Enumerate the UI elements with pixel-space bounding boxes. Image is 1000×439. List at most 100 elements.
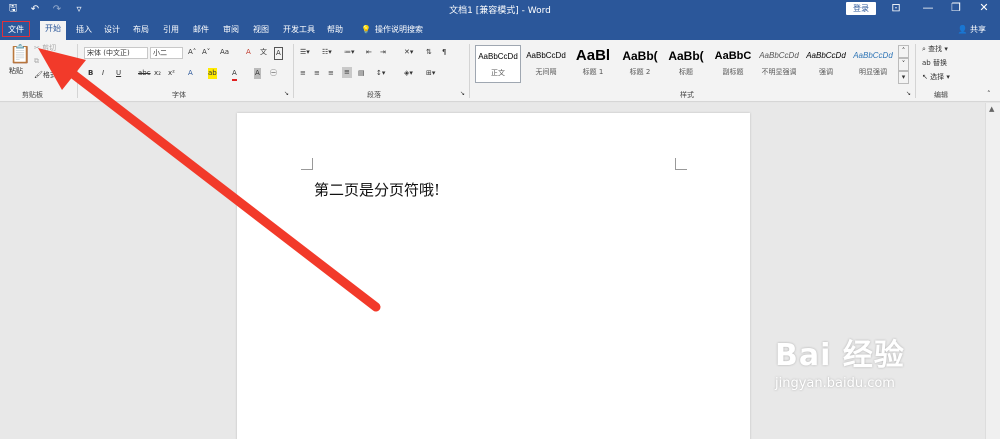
find-button[interactable]: ⌕ 查找 ▾ [922,44,948,55]
styles-expand-icon[interactable]: ▾ [898,71,909,84]
shrink-font-icon[interactable]: A˅ [202,47,210,58]
align-right-icon[interactable]: ≡ [328,68,334,79]
copy-icon[interactable]: ⧉ [34,56,39,67]
scroll-up-icon[interactable]: ▲ [989,105,994,113]
multilevel-list-icon[interactable]: ≔▾ [344,47,355,58]
style-heading-2[interactable]: AaBb( 标题 2 [617,45,663,83]
font-family-select[interactable]: 宋体 (中文正) [84,47,148,59]
group-divider [915,44,916,98]
tab-references[interactable]: 引用 [158,22,184,39]
borders-icon[interactable]: ⊞▾ [426,68,435,79]
style-emphasis[interactable]: AaBbCcDd 强调 [803,45,849,83]
font-dialog-launcher-icon[interactable]: ↘ [284,90,289,97]
style-heading-1[interactable]: AaBl 标题 1 [570,45,616,83]
underline-button[interactable]: U [116,68,121,79]
tab-review[interactable]: 审阅 [218,22,244,39]
magnifier-icon: ⌕ [922,45,926,53]
ribbon-display-options-icon[interactable]: ⊡ [886,1,906,14]
numbering-icon[interactable]: ☷▾ [322,47,332,58]
paste-icon[interactable]: 📋 [9,44,31,65]
distributed-icon[interactable]: ▤ [358,68,365,79]
enclose-char-icon[interactable]: A [274,47,283,60]
login-button[interactable]: 登录 [846,2,876,15]
cursor-icon: ↖ [922,73,928,81]
phonetic-guide-icon[interactable]: 文 [260,47,267,58]
close-icon[interactable]: ✕ [974,1,994,14]
align-center-icon[interactable]: ≡ [314,68,320,79]
shading-icon[interactable]: ◈▾ [404,68,413,79]
vertical-scrollbar[interactable]: ▲ [985,103,1000,439]
line-spacing-icon[interactable]: ↕▾ [376,68,385,79]
cut-button[interactable]: ✂ 剪切 [34,43,56,54]
subscript-button[interactable]: x₂ [154,68,161,79]
decrease-indent-icon[interactable]: ⇤ [366,47,372,58]
styles-dialog-launcher-icon[interactable]: ↘ [906,90,911,97]
tab-layout[interactable]: 布局 [128,22,154,39]
style-subtitle[interactable]: AaBbC 副标题 [710,45,756,83]
tab-design[interactable]: 设计 [99,22,125,39]
tab-view[interactable]: 视图 [248,22,274,39]
baidu-watermark-url: jingyan.baidu.com [775,376,895,391]
style-preview: AaBbCcDd [759,51,799,60]
styles-scroll-down-icon[interactable]: ˅ [898,58,909,71]
style-no-spacing[interactable]: AaBbCcDd 无间隔 [523,45,569,83]
paste-label[interactable]: 粘贴 [9,66,23,77]
scissors-icon: ✂ [34,44,40,52]
tell-me-search[interactable]: 操作说明搜索 [370,22,428,39]
style-preview: AaBbCcDd [806,51,846,60]
style-name: 标题 1 [582,68,604,76]
share-label: 共享 [970,25,986,34]
cut-label: 剪切 [42,44,57,52]
superscript-button[interactable]: x² [168,68,175,79]
style-name: 标题 2 [629,68,651,76]
style-preview: AaBb( [668,49,704,63]
collapse-ribbon-icon[interactable]: ˄ [987,90,991,98]
minimize-icon[interactable]: — [918,1,938,14]
align-left-icon[interactable]: ≡ [300,68,306,79]
paragraph-dialog-launcher-icon[interactable]: ↘ [460,90,465,97]
maximize-icon[interactable]: ❐ [946,1,966,14]
style-normal[interactable]: AaBbCcDd 正文 [475,45,521,83]
style-intense-emphasis[interactable]: AaBbCcDd 明显强调 [850,45,896,83]
bullets-icon[interactable]: ☰▾ [300,47,310,58]
justify-icon[interactable]: ≡ [342,67,352,78]
font-size-select[interactable]: 小二 [150,47,183,59]
tab-mailings[interactable]: 邮件 [188,22,214,39]
tab-help[interactable]: 帮助 [322,22,348,39]
replace-label: 替换 [932,59,947,67]
style-title[interactable]: AaBb( 标题 [663,45,709,83]
replace-button[interactable]: ab 替换 [922,58,947,69]
sort-icon[interactable]: ⇅ [426,47,432,58]
tab-home[interactable]: 开始 [40,21,66,40]
tab-developer[interactable]: 开发工具 [278,22,320,39]
group-divider [469,44,470,98]
show-marks-icon[interactable]: ¶ [442,47,446,58]
highlight-button[interactable]: ab [208,68,217,79]
style-name: 明显强调 [859,68,887,76]
tab-insert[interactable]: 插入 [71,22,97,39]
increase-indent-icon[interactable]: ⇥ [380,47,386,58]
text-effects-icon[interactable]: A [188,68,193,79]
char-border-icon[interactable]: ㊀ [270,68,277,79]
styles-scroll-up-icon[interactable]: ˄ [898,45,909,58]
char-shading-button[interactable]: A [254,68,261,79]
chinese-layout-icon[interactable]: ✕▾ [404,47,413,58]
format-painter-button[interactable]: 🖌格式刷 [34,70,64,81]
bold-button[interactable]: B [88,68,93,79]
style-preview: AaBbCcDd [478,52,518,61]
italic-button[interactable]: I [102,68,104,79]
font-group-label: 字体 [172,91,186,99]
strikethrough-button[interactable]: abc [138,68,151,79]
style-subtle-emphasis[interactable]: AaBbCcDd 不明显强调 [756,45,802,83]
select-button[interactable]: ↖ 选择 ▾ [922,72,950,83]
change-case-icon[interactable]: Aa [220,47,229,58]
document-text[interactable]: 第二页是分页符哦! [314,179,440,200]
document-page[interactable]: 第二页是分页符哦! [237,113,750,439]
tab-file[interactable]: 文件 [2,21,30,37]
clear-formatting-icon[interactable]: A [246,47,251,58]
share-button[interactable]: 👤 共享 [957,24,986,35]
ribbon-tab-bar: 文件 开始 插入 设计 布局 引用 邮件 审阅 视图 开发工具 帮助 💡 操作说… [0,18,1000,40]
grow-font-icon[interactable]: A˄ [188,47,196,58]
crop-mark [675,158,687,170]
font-color-button[interactable]: A [232,68,237,81]
